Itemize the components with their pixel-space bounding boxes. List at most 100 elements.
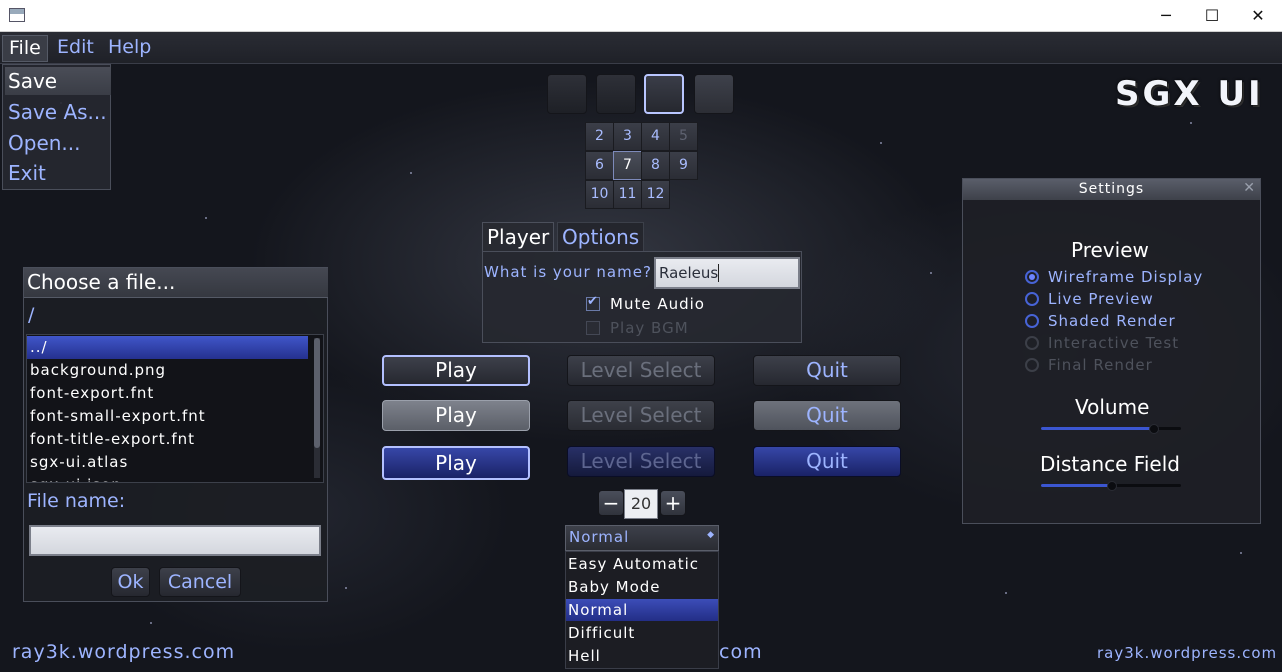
file-item[interactable]: sgx-ui.json <box>27 474 308 482</box>
distance-slider-fill <box>1041 484 1111 487</box>
file-menu-dropdown: Save Save As... Open... Exit <box>2 64 111 190</box>
play-bgm-label: Play BGM <box>610 319 689 337</box>
menu-bar: File Edit Help <box>0 32 1282 64</box>
number-button-10[interactable]: 10 <box>585 180 614 209</box>
play-button-dark[interactable]: Play <box>382 355 530 386</box>
menu-edit[interactable]: Edit <box>51 35 100 60</box>
file-name-label: File name: <box>27 490 126 512</box>
number-button-8[interactable]: 8 <box>641 151 670 180</box>
file-chooser-dialog: Choose a file... / ../ background.png fo… <box>23 267 328 602</box>
play-button-blue[interactable]: Play <box>382 446 530 480</box>
menu-help[interactable]: Help <box>102 35 157 60</box>
number-button-6[interactable]: 6 <box>585 151 614 180</box>
number-button-11[interactable]: 11 <box>613 180 642 209</box>
sgx-ui-logo: SGX UI <box>1115 74 1264 114</box>
file-list: ../ background.png font-export.fnt font-… <box>26 334 324 483</box>
radio-wireframe[interactable] <box>1025 270 1039 284</box>
name-input[interactable]: Raeleus <box>654 257 800 289</box>
radio-shaded-render-label: Shaded Render <box>1048 312 1176 330</box>
quit-button-gray[interactable]: Quit <box>753 400 901 431</box>
radio-final-render-label: Final Render <box>1048 356 1153 374</box>
preview-header: Preview <box>1071 238 1149 262</box>
square-button-2[interactable] <box>596 74 636 114</box>
name-label: What is your name? <box>484 263 652 281</box>
radio-live-preview-label: Live Preview <box>1048 290 1154 308</box>
menu-save[interactable]: Save <box>5 67 111 95</box>
number-button-2[interactable]: 2 <box>585 122 614 151</box>
quit-button-blue[interactable]: Quit <box>753 446 901 477</box>
difficulty-options-list: Easy Automatic Baby Mode Normal Difficul… <box>565 551 719 669</box>
volume-slider-fill <box>1041 427 1153 430</box>
number-button-9[interactable]: 9 <box>669 151 698 180</box>
difficulty-select[interactable]: Normal ◆ <box>565 525 719 551</box>
number-button-3[interactable]: 3 <box>613 122 642 151</box>
radio-wireframe-label: Wireframe Display <box>1048 268 1204 286</box>
footer-link-right[interactable]: ray3k.wordpress.com <box>1097 644 1277 662</box>
close-window-button[interactable]: ✕ <box>1235 0 1281 31</box>
file-item[interactable]: font-small-export.fnt <box>27 405 308 428</box>
cancel-button[interactable]: Cancel <box>159 567 241 597</box>
square-button-4[interactable] <box>694 74 734 114</box>
quit-button-dark[interactable]: Quit <box>753 355 901 386</box>
settings-title: Settings <box>963 179 1260 200</box>
maximize-button[interactable]: ☐ <box>1189 0 1235 31</box>
decrement-button[interactable]: − <box>598 490 624 516</box>
square-button-3[interactable] <box>644 74 684 114</box>
number-button-5[interactable]: 5 <box>669 122 698 151</box>
mute-audio-checkbox[interactable] <box>586 294 600 311</box>
window-titlebar: ─ ☐ ✕ <box>0 0 1282 32</box>
radio-interactive-test-label: Interactive Test <box>1048 334 1180 352</box>
file-chooser-path: / <box>28 304 35 326</box>
file-chooser-title: Choose a file... <box>24 268 328 298</box>
file-item[interactable]: font-export.fnt <box>27 382 308 405</box>
footer-link-center[interactable]: com <box>719 641 763 663</box>
level-select-button-blue[interactable]: Level Select <box>567 446 715 477</box>
tab-player[interactable]: Player <box>482 222 555 251</box>
menu-open[interactable]: Open... <box>5 129 111 157</box>
level-select-button-dark[interactable]: Level Select <box>567 355 715 386</box>
minimize-button[interactable]: ─ <box>1143 0 1189 31</box>
option-normal[interactable]: Normal <box>566 599 718 621</box>
name-input-value: Raeleus <box>659 264 719 282</box>
number-button-4[interactable]: 4 <box>641 122 670 151</box>
file-list-scrollbar-thumb[interactable] <box>314 338 320 448</box>
file-name-input[interactable] <box>29 525 321 556</box>
spinner-value[interactable]: 20 <box>624 489 658 519</box>
play-button-gray[interactable]: Play <box>382 400 530 431</box>
footer-link-left[interactable]: ray3k.wordpress.com <box>12 641 235 663</box>
app-icon <box>9 8 25 22</box>
distance-field-header: Distance Field <box>1040 452 1180 476</box>
file-item[interactable]: background.png <box>27 359 308 382</box>
option-hell[interactable]: Hell <box>566 645 718 667</box>
menu-exit[interactable]: Exit <box>5 159 111 187</box>
chevron-updown-icon: ◆ <box>707 530 714 540</box>
file-item[interactable]: sgx-ui.atlas <box>27 451 308 474</box>
difficulty-select-value: Normal <box>569 528 630 546</box>
volume-header: Volume <box>1075 395 1150 419</box>
ok-button[interactable]: Ok <box>111 567 150 597</box>
radio-final-render[interactable] <box>1025 358 1039 372</box>
option-difficult[interactable]: Difficult <box>566 622 718 644</box>
play-bgm-checkbox[interactable] <box>586 321 600 335</box>
distance-slider-knob[interactable] <box>1107 481 1117 491</box>
increment-button[interactable]: + <box>660 490 686 516</box>
number-button-7[interactable]: 7 <box>613 151 642 180</box>
menu-save-as[interactable]: Save As... <box>5 98 111 126</box>
mute-audio-label: Mute Audio <box>610 295 705 313</box>
square-button-1[interactable] <box>547 74 587 114</box>
menu-file[interactable]: File <box>2 35 48 62</box>
option-easy-automatic[interactable]: Easy Automatic <box>566 553 718 575</box>
tab-options[interactable]: Options <box>557 222 645 251</box>
volume-slider-knob[interactable] <box>1149 424 1159 434</box>
close-icon[interactable]: ✕ <box>1243 180 1255 196</box>
radio-interactive-test[interactable] <box>1025 336 1039 350</box>
app-canvas: File Edit Help Save Save As... Open... E… <box>0 32 1282 672</box>
text-caret <box>718 264 720 282</box>
file-item[interactable]: ../ <box>27 336 308 359</box>
number-button-12[interactable]: 12 <box>641 180 670 209</box>
level-select-button-gray[interactable]: Level Select <box>567 400 715 431</box>
radio-shaded-render[interactable] <box>1025 314 1039 328</box>
file-item[interactable]: font-title-export.fnt <box>27 428 308 451</box>
radio-live-preview[interactable] <box>1025 292 1039 306</box>
option-baby-mode[interactable]: Baby Mode <box>566 576 718 598</box>
